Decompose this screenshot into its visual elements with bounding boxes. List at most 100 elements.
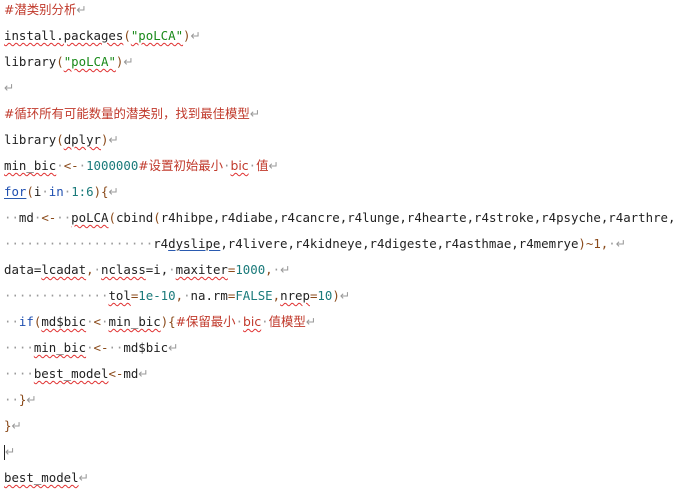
paragraph-mark: ↵: [108, 184, 119, 199]
code-token: min_bic: [33, 340, 87, 355]
code-token: r4: [153, 236, 169, 251]
code-token: 1000: [235, 262, 266, 277]
paragraph-mark: ↵: [5, 444, 16, 459]
paragraph-mark: ↵: [76, 2, 87, 17]
code-token: min_bic: [4, 158, 57, 173]
code-token: #保留最小: [175, 314, 236, 329]
code-line[interactable]: for(i·in·1:6){↵: [4, 182, 119, 202]
space-mark: ·: [261, 314, 269, 329]
space-mark: ··: [4, 314, 19, 329]
code-token: #循环所有可能数量的潜类别，找到最佳模型: [4, 106, 250, 121]
code-token: 10: [317, 288, 333, 303]
code-token: md: [18, 210, 34, 225]
space-mark: ·: [93, 262, 102, 277]
space-mark: ·: [168, 262, 176, 277]
code-token: <-: [108, 366, 124, 381]
space-mark: ·: [235, 314, 244, 329]
code-token: (: [153, 210, 161, 225]
code-token: r4hibpe,r4diabe,r4cancre,r4lunge,r4heart…: [160, 210, 676, 225]
code-token: ,: [272, 288, 281, 303]
paragraph-mark: ↵: [168, 340, 179, 355]
code-line[interactable]: data=lcadat,·nclass=i,·maxiter=1000,·↵: [4, 260, 291, 280]
space-mark: ·: [608, 236, 616, 251]
paragraph-mark: ↵: [280, 262, 291, 277]
code-token: 1:6: [71, 184, 94, 199]
code-token: tol: [108, 288, 131, 303]
space-mark: ··: [56, 210, 72, 225]
code-line[interactable]: ··············tol=1e-10,·na.rm=FALSE,nre…: [4, 286, 350, 306]
space-mark: ··: [4, 392, 19, 407]
code-line[interactable]: ··}↵: [4, 390, 37, 410]
code-token: install.packages: [4, 28, 124, 43]
code-line[interactable]: library(dplyr)↵: [4, 130, 119, 150]
code-line[interactable]: ····················r4dyslipe,r4livere,r…: [4, 234, 626, 254]
code-token: md: [123, 366, 139, 381]
code-token: best_model: [33, 366, 109, 381]
code-token: 值: [256, 158, 269, 173]
paragraph-mark: ↵: [108, 132, 119, 147]
code-token: <: [93, 314, 102, 329]
code-token: #潜类别分析: [4, 2, 77, 17]
paragraph-mark: ↵: [11, 418, 22, 433]
code-line[interactable]: ····min_bic·<-··md$bic↵: [4, 338, 179, 358]
code-token: FALSE: [235, 288, 273, 303]
space-mark: ·: [272, 262, 281, 277]
space-mark: ·: [56, 158, 64, 173]
code-token: in: [48, 184, 64, 199]
code-line[interactable]: library("poLCA")↵: [4, 52, 134, 72]
code-token: )~1,: [578, 236, 609, 251]
space-mark: ·: [86, 340, 94, 355]
code-line[interactable]: install.packages("poLCA")↵: [4, 26, 201, 46]
code-line[interactable]: best_model↵: [4, 468, 89, 488]
code-token: min_bic: [108, 314, 161, 329]
code-token: na.rm: [190, 288, 228, 303]
document-page[interactable]: #潜类别分析↵ install.packages("poLCA")↵ library…: [0, 0, 694, 491]
code-token: ,: [86, 262, 94, 277]
code-token: (: [56, 54, 64, 69]
code-line[interactable]: }↵: [4, 416, 22, 436]
code-token: library: [4, 54, 57, 69]
code-token: 值模型: [268, 314, 306, 329]
code-line[interactable]: #循环所有可能数量的潜类别，找到最佳模型↵: [4, 104, 260, 124]
code-token: <-: [63, 158, 79, 173]
paragraph-mark: ↵: [78, 470, 89, 485]
space-mark: ·: [183, 288, 191, 303]
code-line[interactable]: ··if(md$bic·<·min_bic){#保留最小·bic·值模型↵: [4, 312, 316, 332]
code-token: ): [183, 28, 191, 43]
code-token: ,r4livere,r4kidneye,r4digeste,r4asthmae,…: [220, 236, 579, 251]
code-token: maxiter: [175, 262, 228, 277]
code-token: dplyr: [63, 132, 101, 147]
space-mark: ··: [4, 210, 19, 225]
code-line[interactable]: ··md·<-··poLCA(cbind(r4hibpe,r4diabe,r4c…: [4, 208, 675, 228]
code-token: (: [26, 184, 34, 199]
code-token: bic: [243, 314, 262, 329]
code-token: "poLCA": [63, 54, 116, 69]
code-token: library: [4, 132, 57, 147]
space-mark: ·: [41, 184, 49, 199]
paragraph-mark: ↵: [339, 288, 351, 303]
code-token: ): [332, 288, 340, 303]
space-mark: ·: [78, 158, 87, 173]
code-line[interactable]: ····best_model<-md↵: [4, 364, 149, 384]
code-token: bic: [230, 158, 249, 173]
code-line[interactable]: ↵: [4, 442, 15, 462]
code-token: "poLCA": [130, 28, 184, 43]
code-token: ,: [265, 262, 273, 277]
code-token: (: [123, 28, 131, 43]
code-token: if: [18, 314, 34, 329]
space-mark: ·: [223, 158, 231, 173]
code-token: 1000000: [86, 158, 139, 173]
code-line[interactable]: min_bic·<-·1000000#设置初始最小·bic·值↵: [4, 156, 279, 176]
code-line[interactable]: ↵: [4, 78, 14, 98]
code-token: ,: [175, 288, 184, 303]
code-token: <-: [41, 210, 57, 225]
paragraph-mark: ↵: [26, 392, 37, 407]
code-token: best_model: [4, 470, 79, 485]
paragraph-mark: ↵: [249, 106, 261, 121]
code-token: poLCA: [71, 210, 109, 225]
space-mark: ····················: [4, 236, 154, 251]
space-mark: ·: [248, 158, 257, 173]
code-token: cbind: [115, 210, 154, 225]
code-line[interactable]: #潜类别分析↵: [4, 0, 87, 20]
code-token: dyslipe: [168, 236, 221, 251]
